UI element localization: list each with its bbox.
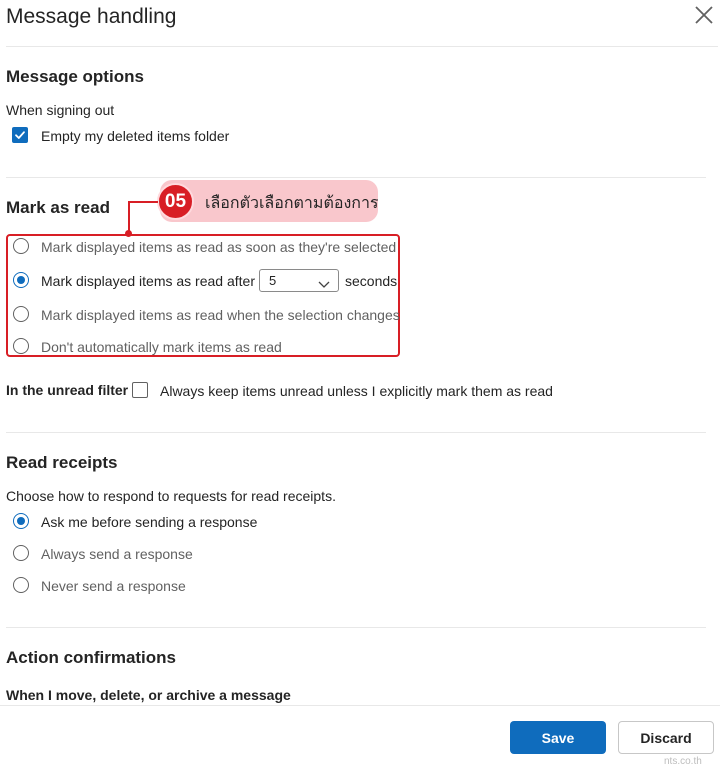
read-receipts-description: Choose how to respond to requests for re… [6,488,336,504]
footer-divider [0,705,720,706]
radio-mark-read-after-label: Mark displayed items as read after [41,273,255,289]
radio-dont-mark-read[interactable] [13,338,29,354]
section-title-read-receipts: Read receipts [6,453,118,472]
radio-ask-before-response-label: Ask me before sending a response [41,514,258,530]
header-divider [6,46,718,47]
empty-deleted-checkbox[interactable] [12,127,28,143]
radio-mark-read-on-select-label: Mark displayed items as read as soon as … [41,239,397,255]
section-title-message-options: Message options [6,67,144,86]
callout-connector-h [128,201,158,203]
radio-mark-read-on-select[interactable] [13,238,29,254]
keep-unread-checkbox[interactable] [132,382,148,398]
callout-step-number: 05 [157,183,194,220]
delay-unit-label: seconds [345,273,398,289]
radio-mark-read-on-selection-change[interactable] [13,306,29,322]
empty-deleted-label: Empty my deleted items folder [41,128,230,144]
radio-always-send-response[interactable] [13,545,29,561]
radio-never-send-response-label: Never send a response [41,578,186,594]
discard-button[interactable]: Discard [618,721,714,754]
section-divider-3 [6,627,706,628]
label-when-signing-out: When signing out [6,102,115,118]
callout-text: เลือกตัวเลือกตามต้องการ [205,193,379,212]
radio-always-send-response-label: Always send a response [41,546,193,562]
radio-never-send-response[interactable] [13,577,29,593]
section-divider-2 [6,432,706,433]
radio-mark-read-on-selection-change-label: Mark displayed items as read when the se… [41,307,400,323]
page-title: Message handling [6,5,177,28]
save-button[interactable]: Save [510,721,606,754]
watermark: nts.co.th [664,756,702,767]
radio-dont-mark-read-label: Don't automatically mark items as read [41,339,282,355]
unread-filter-label: In the unread filter [6,382,129,398]
section-title-mark-as-read: Mark as read [6,198,110,217]
section-divider-1 [6,177,706,178]
section-title-action-confirmations: Action confirmations [6,648,177,667]
radio-ask-before-response[interactable] [13,513,29,529]
action-confirmations-subtitle: When I move, delete, or archive a messag… [6,687,291,703]
delay-seconds-value: 5 [269,273,277,288]
radio-mark-read-after[interactable] [13,272,29,288]
chevron-down-icon [318,276,330,288]
close-icon[interactable] [693,4,715,26]
keep-unread-label: Always keep items unread unless I explic… [160,383,553,399]
delay-seconds-select[interactable]: 5 [259,269,339,292]
